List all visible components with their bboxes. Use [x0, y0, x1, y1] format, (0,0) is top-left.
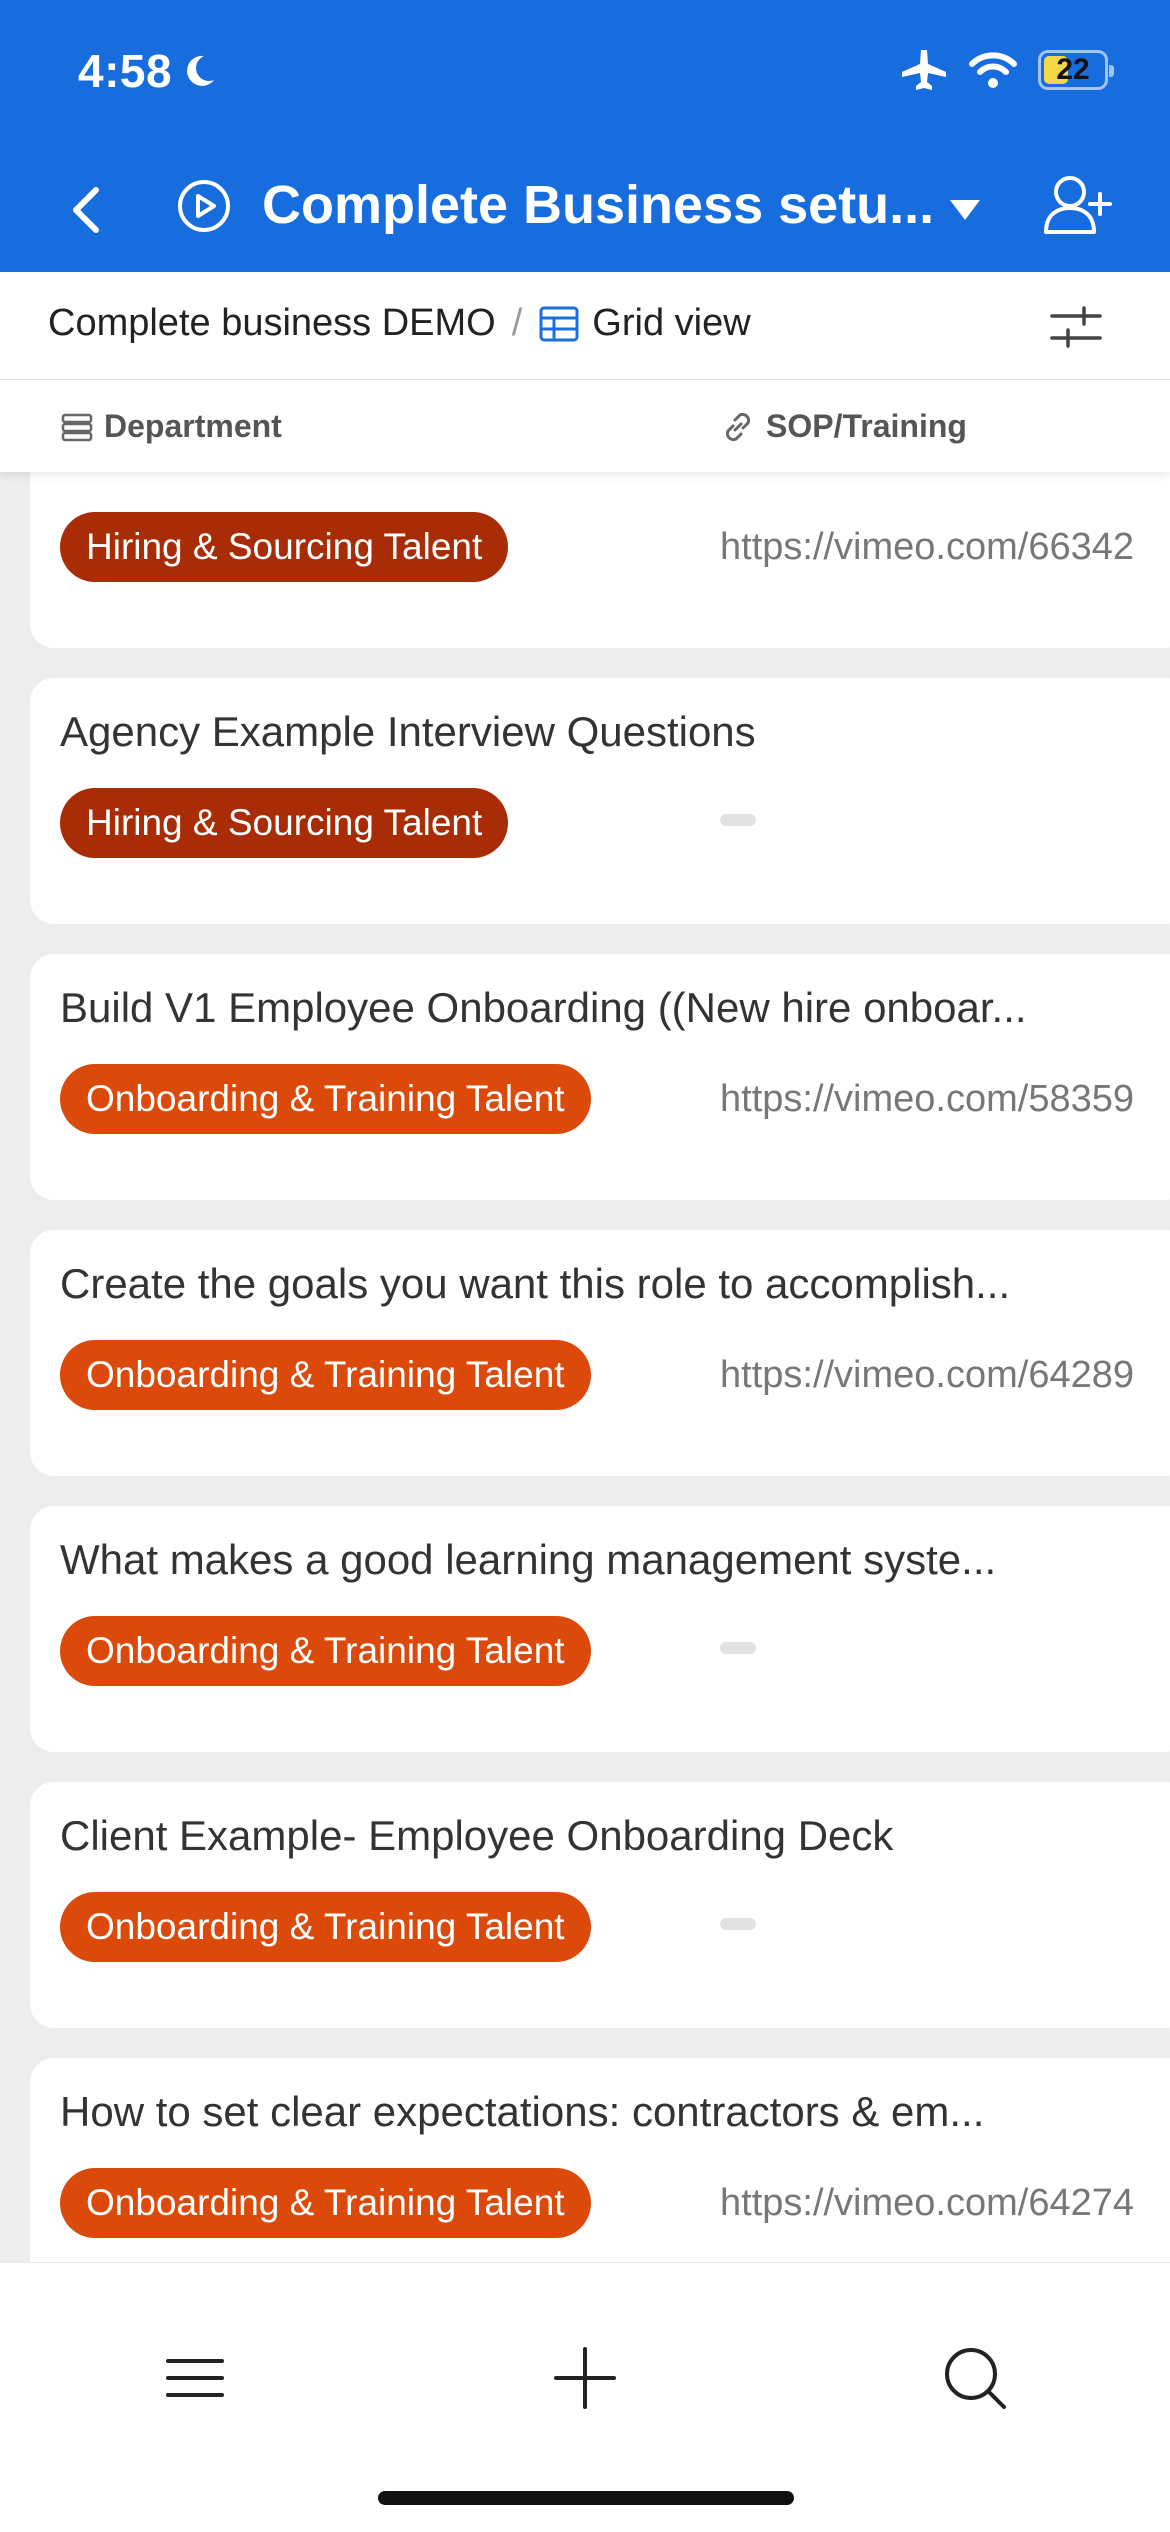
record-list: Full Process Breakdown Hiring & Sourcing…: [0, 472, 1170, 2262]
status-bar: 4:58 22: [0, 0, 1170, 150]
record-card[interactable]: Create the goals you want this role to a…: [30, 1230, 1170, 1476]
record-title: Client Example- Employee Onboarding Deck: [60, 1812, 894, 1859]
record-card[interactable]: How to set clear expectations: contracto…: [30, 2058, 1170, 2262]
filter-sliders-icon[interactable]: [1048, 302, 1104, 352]
airplane-icon: [902, 50, 946, 90]
empty-value-dash: [720, 1918, 756, 1930]
record-title: Full Process Breakdown: [60, 472, 1140, 480]
time-text: 4:58: [78, 45, 173, 97]
record-title: What makes a good learning management sy…: [60, 1536, 997, 1583]
menu-icon[interactable]: [160, 2343, 230, 2413]
sop-link[interactable]: https://vimeo.com/66342: [720, 526, 1134, 569]
column-department[interactable]: Department: [60, 408, 282, 445]
empty-value-dash: [720, 1642, 756, 1654]
status-icons: 22: [902, 48, 1114, 92]
grid-view-icon: [539, 306, 579, 341]
record-card[interactable]: Client Example- Employee Onboarding Deck…: [30, 1782, 1170, 2028]
base-title[interactable]: Complete Business setu...: [262, 174, 934, 236]
column-sop-label: SOP/Training: [766, 408, 967, 444]
department-tag: Hiring & Sourcing Talent: [60, 788, 509, 858]
moon-icon: [187, 55, 215, 86]
record-card[interactable]: Full Process Breakdown Hiring & Sourcing…: [30, 472, 1170, 648]
breadcrumb-separator: /: [511, 302, 523, 344]
record-title: Agency Example Interview Questions: [60, 708, 756, 755]
play-circle-icon: [178, 180, 230, 232]
nav-bar: Complete Business setu...: [0, 150, 1170, 272]
table-name[interactable]: Complete business DEMO: [48, 302, 496, 345]
view-toolbar: Complete business DEMO / Grid view: [0, 272, 1170, 380]
empty-value-dash: [720, 814, 756, 826]
record-title: Create the goals you want this role to a…: [60, 1260, 1011, 1307]
wifi-icon: [969, 52, 1017, 88]
chevron-down-icon[interactable]: [948, 198, 982, 222]
view-name[interactable]: Grid view: [592, 302, 750, 345]
department-tag: Hiring & Sourcing Talent: [60, 512, 509, 582]
column-department-label: Department: [104, 408, 282, 444]
breadcrumb: Complete business DEMO / Grid view: [48, 302, 751, 345]
record-title: How to set clear expectations: contracto…: [60, 2088, 985, 2135]
add-user-icon[interactable]: [1040, 170, 1114, 240]
department-tag: Onboarding & Training Talent: [60, 1616, 591, 1686]
home-indicator: [378, 2491, 794, 2505]
sop-link[interactable]: https://vimeo.com/64289: [720, 1354, 1134, 1397]
search-icon[interactable]: [940, 2343, 1010, 2413]
department-tag: Onboarding & Training Talent: [60, 2168, 591, 2238]
record-title: Build V1 Employee Onboarding ((New hire …: [60, 984, 1027, 1031]
add-record-icon[interactable]: [550, 2343, 620, 2413]
sop-link[interactable]: https://vimeo.com/64274: [720, 2182, 1134, 2225]
back-icon[interactable]: [60, 180, 110, 240]
column-header-row: Department SOP/Training: [0, 380, 1170, 472]
record-card[interactable]: Agency Example Interview Questions Hirin…: [30, 678, 1170, 924]
battery-level: 22: [1056, 53, 1090, 86]
battery-icon: 22: [1038, 50, 1114, 90]
department-tag: Onboarding & Training Talent: [60, 1064, 591, 1134]
bottom-toolbar: [0, 2262, 1170, 2532]
department-tag: Onboarding & Training Talent: [60, 1340, 591, 1410]
column-sop-training[interactable]: SOP/Training: [720, 408, 967, 445]
sop-link[interactable]: https://vimeo.com/58359: [720, 1078, 1134, 1121]
record-card[interactable]: What makes a good learning management sy…: [30, 1506, 1170, 1752]
link-icon: [725, 412, 751, 441]
status-time: 4:58: [78, 44, 218, 98]
department-tag: Onboarding & Training Talent: [60, 1892, 591, 1962]
app-header: 4:58 22 Complete Business setu...: [0, 0, 1170, 272]
select-field-icon: [61, 413, 93, 441]
record-card[interactable]: Build V1 Employee Onboarding ((New hire …: [30, 954, 1170, 1200]
